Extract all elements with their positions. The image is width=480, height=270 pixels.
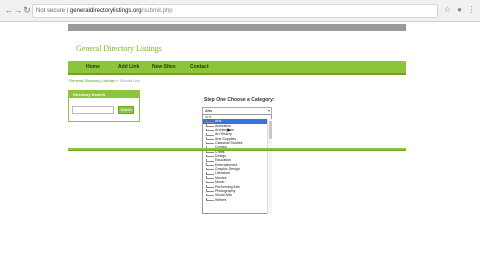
- tree-branch-icon: [206, 163, 214, 166]
- menu-home[interactable]: Home: [86, 61, 100, 73]
- tree-branch-icon: [206, 185, 214, 188]
- dropdown-scrollbar[interactable]: [267, 119, 272, 214]
- tree-branch-icon: [206, 132, 214, 136]
- tree-branch-icon: [206, 154, 214, 158]
- menu-icon[interactable]: ⋮: [467, 5, 476, 15]
- tree-branch-icon: [206, 198, 214, 201]
- browser-toolbar: ← → ↻ Not secure | generaldirectorylisti…: [0, 0, 480, 22]
- tree-branch-icon: [206, 172, 214, 175]
- menu-add-link[interactable]: Add Link: [118, 61, 139, 73]
- url-path: /submit.php: [141, 8, 173, 14]
- menu-contact[interactable]: Contact: [190, 61, 209, 73]
- tree-branch-icon: [206, 176, 214, 179]
- dropdown-item-label: Writers: [215, 197, 227, 202]
- tree-branch-icon: [206, 128, 214, 132]
- reload-icon[interactable]: ↻: [22, 4, 32, 16]
- scroll-thumb[interactable]: [269, 121, 272, 139]
- breadcrumb-current: Submit Link: [119, 78, 141, 83]
- footer-divider: [68, 148, 406, 151]
- category-selected-value: Arts: [205, 108, 213, 113]
- dropdown-item[interactable]: Writers: [203, 198, 271, 202]
- tree-branch-icon: [206, 193, 214, 197]
- breadcrumb: General Directory Listings » Submit Link: [69, 78, 141, 83]
- site-title[interactable]: General Directory Listings: [76, 44, 162, 53]
- directory-search-heading: Directory Search: [69, 91, 139, 98]
- extension-icon[interactable]: ●: [455, 5, 464, 15]
- step-one-title: Step One Choose a Category:: [204, 97, 275, 103]
- menu-new-sites[interactable]: New Sites: [152, 61, 176, 73]
- address-bar[interactable]: Not secure | generaldirectorylistings.or…: [32, 4, 438, 18]
- tree-branch-icon: [206, 124, 214, 127]
- directory-search-panel: Directory Search Search: [68, 90, 140, 122]
- category-dropdown-list[interactable]: Arts Arts Animation Architecture Art Histor…: [202, 114, 272, 214]
- tree-branch-icon: [206, 119, 214, 123]
- main-menu: Home Add Link New Sites Contact: [68, 61, 406, 75]
- tree-branch-icon: [206, 159, 214, 162]
- url-host: generaldirectorylistings.org: [69, 8, 142, 14]
- breadcrumb-home[interactable]: General Directory Listings: [69, 78, 115, 83]
- tree-branch-icon: [206, 189, 214, 193]
- mouse-cursor-icon: ➤: [226, 128, 232, 134]
- tree-branch-icon: [206, 137, 214, 140]
- tree-branch-icon: [206, 180, 214, 184]
- search-button[interactable]: Search: [118, 106, 134, 114]
- not-secure-label: Not secure: [36, 8, 66, 14]
- tree-branch-icon: [206, 167, 214, 171]
- tree-branch-icon: [206, 141, 214, 145]
- search-input[interactable]: [72, 106, 114, 114]
- star-icon[interactable]: ☆: [443, 5, 452, 15]
- header-strip: [68, 24, 406, 31]
